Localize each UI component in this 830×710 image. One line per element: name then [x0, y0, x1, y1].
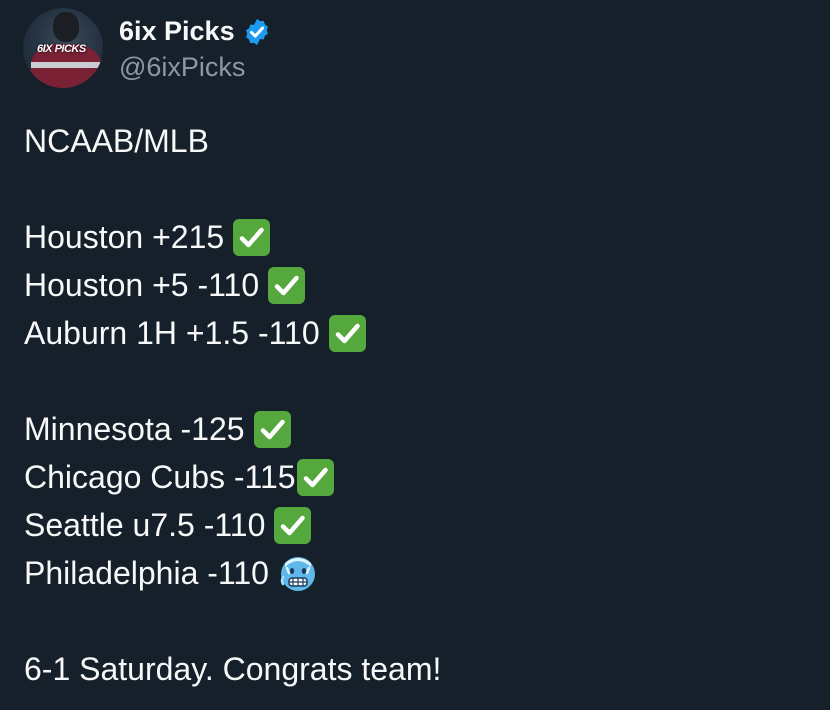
avatar[interactable]: 6IX PICKS — [23, 8, 103, 88]
tweet-header-line: NCAAB/MLB — [24, 117, 814, 165]
tweet-text: NCAAB/MLB Houston +215 Houston +5 -110 A… — [24, 117, 814, 693]
tweet-header-text: NCAAB/MLB — [24, 123, 209, 159]
pick-text: Chicago Cubs -115 — [24, 459, 296, 495]
check-icon — [274, 506, 312, 544]
pick-text: Philadelphia -110 — [24, 555, 269, 591]
display-name[interactable]: 6ix Picks — [119, 16, 235, 47]
verified-badge-icon[interactable] — [242, 17, 272, 47]
pick-line: Seattle u7.5 -110 — [24, 501, 814, 549]
check-icon — [253, 410, 291, 448]
avatar-head — [53, 12, 79, 42]
tweet-author-header: 6IX PICKS 6ix Picks @6ixPicks — [23, 8, 272, 88]
check-icon — [233, 218, 271, 256]
tweet-footer-line: 6-1 Saturday. Congrats team! — [24, 645, 814, 693]
pick-text: Houston +215 — [24, 219, 225, 255]
pick-line: Houston +215 — [24, 213, 814, 261]
avatar-jersey-stripe — [31, 62, 101, 68]
check-icon — [268, 266, 306, 304]
pick-line: Minnesota -125 — [24, 405, 814, 453]
avatar-logo-text: 6IX PICKS — [37, 43, 86, 55]
pick-line: Houston +5 -110 — [24, 261, 814, 309]
pick-text: Seattle u7.5 -110 — [24, 507, 266, 543]
display-name-row: 6ix Picks — [119, 14, 272, 50]
user-handle[interactable]: @6ixPicks — [119, 52, 272, 83]
pick-line: Chicago Cubs -115 — [24, 453, 814, 501]
check-icon — [296, 458, 334, 496]
pick-line: Auburn 1H +1.5 -110 — [24, 309, 814, 357]
tweet-footer-text: 6-1 Saturday. Congrats team! — [24, 651, 442, 687]
check-icon — [328, 314, 366, 352]
author-names: 6ix Picks @6ixPicks — [119, 14, 272, 83]
pick-text: Minnesota -125 — [24, 411, 245, 447]
pick-line: Philadelphia -110 — [24, 549, 814, 597]
pick-text: Auburn 1H +1.5 -110 — [24, 315, 320, 351]
pick-text: Houston +5 -110 — [24, 267, 260, 303]
cold-face-icon — [278, 553, 318, 593]
